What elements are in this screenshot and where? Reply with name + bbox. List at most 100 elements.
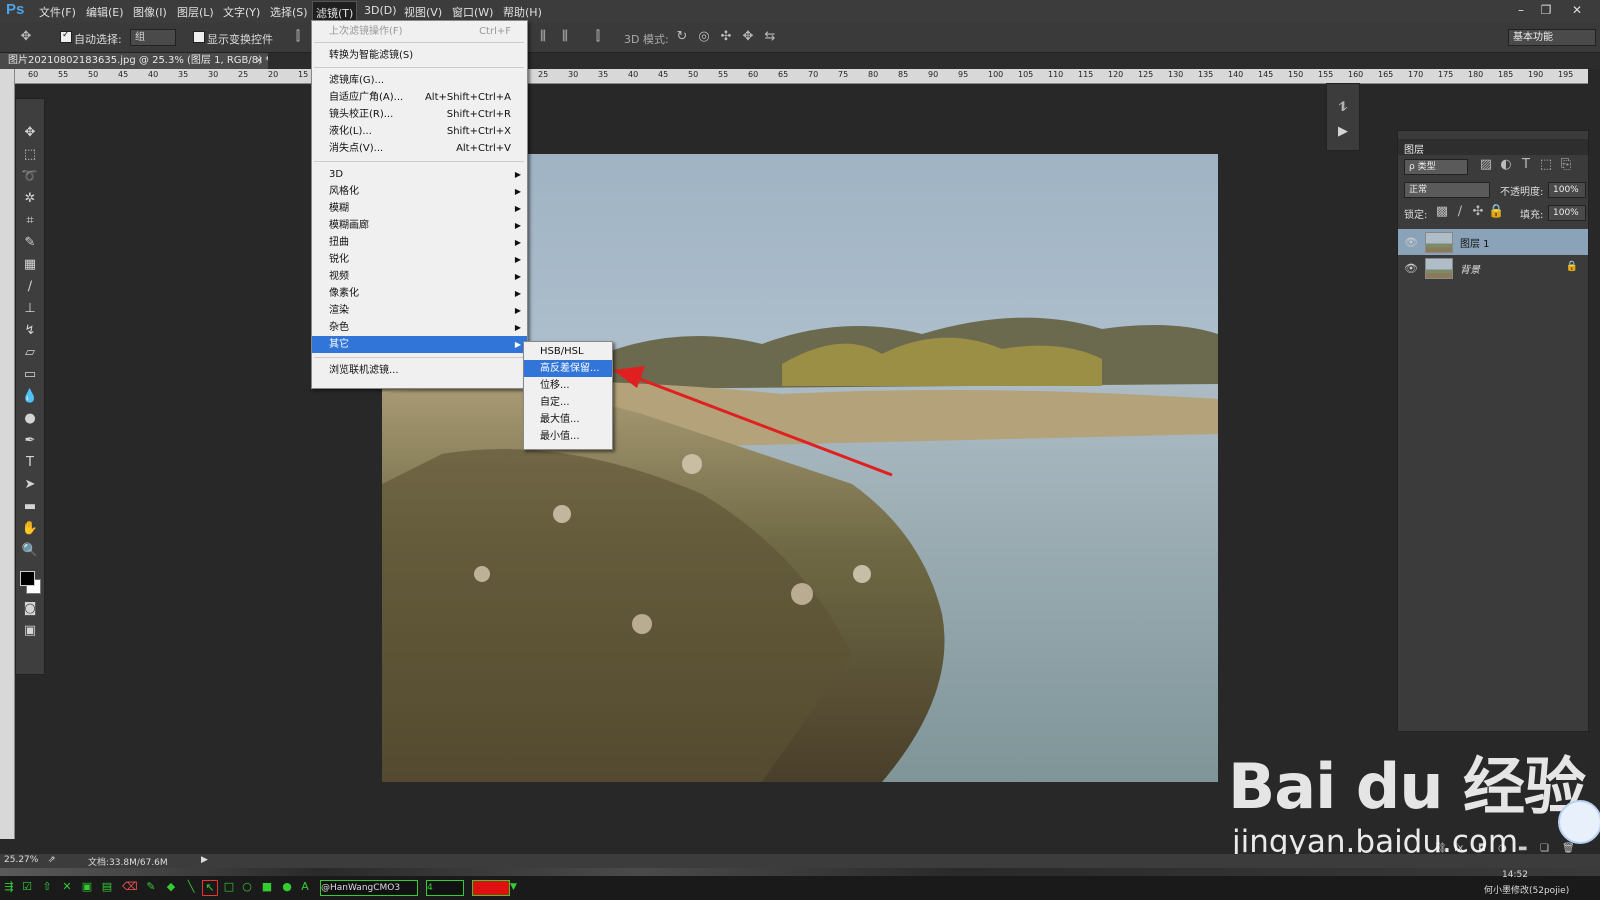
tb-upload-icon[interactable]: ⇧ <box>40 880 54 894</box>
trash-icon[interactable]: 🗑 <box>1562 843 1575 854</box>
new-layer-icon[interactable]: ❏ <box>1540 843 1549 854</box>
submenu-arrow-icon: ▶ <box>514 289 521 298</box>
layer-thumbnail <box>1425 258 1453 279</box>
menu-item-label: 高反差保留... <box>540 363 600 374</box>
tb-open-icon[interactable]: ▤ <box>100 880 114 894</box>
layers-panel: 图层 ρ 类型 ▨ ◐ T ⬚ ⎘ 正常 不透明度: 100% 锁定: ▩ ∕ … <box>1397 130 1589 854</box>
submenu-render[interactable]: 渲染 ▶ <box>312 302 527 319</box>
lens-correction-item[interactable]: 镜头校正(R)... Shift+Ctrl+R <box>312 106 527 123</box>
lock-pixels-icon[interactable]: ∕ <box>1452 204 1468 220</box>
group-icon[interactable]: ▬ <box>1518 843 1527 854</box>
tb-fill-icon[interactable]: ◆ <box>164 880 178 894</box>
blend-mode-dropdown[interactable]: 正常 <box>1404 182 1490 198</box>
vanishing-point-item[interactable]: 消失点(V)... Alt+Ctrl+V <box>312 140 527 157</box>
tb-ellipse-icon[interactable]: ○ <box>240 880 254 894</box>
filter-shape-icon[interactable]: ⬚ <box>1538 157 1554 173</box>
tb-rect-icon[interactable]: □ <box>222 880 236 894</box>
layer-row-1[interactable]: 👁 图层 1 <box>1398 229 1588 255</box>
filter-pixel-icon[interactable]: ▨ <box>1478 157 1494 173</box>
tb-color-swatch[interactable] <box>472 880 510 896</box>
tb-close-icon[interactable]: ✕ <box>60 880 74 894</box>
menu-item-label: 自适应广角(A)... <box>329 92 404 103</box>
tb-tool-icon[interactable]: ⇶ <box>2 880 16 894</box>
document-size[interactable]: 文档:33.8M/67.6M <box>88 855 168 868</box>
minimum-item[interactable]: 最小值... <box>524 428 612 445</box>
export-icon[interactable]: ⇗ <box>48 855 56 865</box>
menu-item-label: 转换为智能滤镜(S) <box>329 50 414 61</box>
filter-adjust-icon[interactable]: ◐ <box>1498 157 1514 173</box>
lock-position-icon[interactable]: ✣ <box>1470 204 1486 220</box>
tb-font-select[interactable]: @HanWangCMO3 <box>320 880 418 896</box>
visibility-eye-icon[interactable]: 👁 <box>1404 262 1418 275</box>
layer-thumbnail <box>1425 232 1453 253</box>
baidu-watermark-logo: Bai du 经验 <box>1228 750 1586 823</box>
layer-lock-icon: 🔒 <box>1565 261 1578 272</box>
layer-row-background[interactable]: 👁 背景 🔒 <box>1398 255 1588 281</box>
menu-item-label: 模糊 <box>329 203 349 214</box>
fill-label: 填充: <box>1520 210 1544 221</box>
submenu-arrow-icon: ▶ <box>514 204 521 213</box>
history-panel-icon[interactable]: ⥮ <box>1333 98 1353 118</box>
submenu-3d[interactable]: 3D ▶ <box>312 166 527 183</box>
visibility-eye-icon[interactable]: 👁 <box>1404 236 1418 249</box>
submenu-distort[interactable]: 扭曲 ▶ <box>312 234 527 251</box>
menu-item-shortcut: Shift+Ctrl+X <box>446 126 511 137</box>
menu-item-label: HSB/HSL <box>540 346 584 357</box>
menu-item-label: 3D <box>329 169 344 180</box>
filter-smart-icon[interactable]: ⎘ <box>1558 157 1574 173</box>
submenu-blur[interactable]: 模糊 ▶ <box>312 200 527 217</box>
tb-pen-icon[interactable]: ✎ <box>144 880 158 894</box>
maximum-item[interactable]: 最大值... <box>524 411 612 428</box>
adaptive-wide-angle-item[interactable]: 自适应广角(A)... Alt+Shift+Ctrl+A <box>312 89 527 106</box>
filter-menu: 上次滤镜操作(F) Ctrl+F 转换为智能滤镜(S) 滤镜库(G)... 自适… <box>311 20 528 389</box>
submenu-arrow-icon: ▶ <box>514 323 521 332</box>
menu-item-label: 自定... <box>540 397 570 408</box>
custom-item[interactable]: 自定... <box>524 394 612 411</box>
submenu-other[interactable]: 其它 ▶ <box>312 336 527 353</box>
menu-item-label: 位移... <box>540 380 570 391</box>
tb-filled-ellipse-icon[interactable]: ● <box>280 880 294 894</box>
fill-input[interactable]: 100% <box>1548 205 1586 221</box>
tb-check-icon[interactable]: ☑ <box>20 880 34 894</box>
menu-divider <box>314 357 524 358</box>
menu-item-label: 浏览联机滤镜... <box>329 365 399 376</box>
hsb-hsl-item[interactable]: HSB/HSL <box>524 343 612 360</box>
submenu-noise[interactable]: 杂色 ▶ <box>312 319 527 336</box>
submenu-pixelate[interactable]: 像素化 ▶ <box>312 285 527 302</box>
tb-line-icon[interactable]: ╲ <box>184 880 198 894</box>
tb-color-dropdown-icon[interactable]: ▼ <box>510 880 520 894</box>
lock-label: 锁定: <box>1404 210 1428 221</box>
layer-filter-dropdown[interactable]: ρ 类型 <box>1404 159 1468 175</box>
submenu-arrow-icon: ▶ <box>514 340 521 349</box>
filter-gallery-item[interactable]: 滤镜库(G)... <box>312 72 527 89</box>
tb-size-select[interactable]: 4 <box>426 880 464 896</box>
zoom-level[interactable]: 25.27% <box>4 855 38 865</box>
offset-item[interactable]: 位移... <box>524 377 612 394</box>
status-menu-arrow-icon[interactable]: ▶ <box>201 855 208 865</box>
tb-text-icon[interactable]: A <box>298 880 312 894</box>
convert-smart-filter-item[interactable]: 转换为智能滤镜(S) <box>312 47 527 64</box>
high-pass-item[interactable]: 高反差保留... <box>524 360 612 377</box>
menu-item-label: 其它 <box>329 339 349 350</box>
actions-play-icon[interactable]: ▶ <box>1333 122 1353 142</box>
tb-eraser-icon[interactable]: ⌫ <box>122 880 138 894</box>
browse-online-filters-item[interactable]: 浏览联机滤镜... <box>312 362 527 379</box>
layer-name: 背景 <box>1460 265 1480 276</box>
menu-item-label: 滤镜库(G)... <box>329 75 385 86</box>
submenu-arrow-icon: ▶ <box>514 238 521 247</box>
opacity-input[interactable]: 100% <box>1548 182 1586 198</box>
submenu-arrow-icon: ▶ <box>514 255 521 264</box>
submenu-sharpen[interactable]: 锐化 ▶ <box>312 251 527 268</box>
assistant-avatar-icon[interactable] <box>1558 800 1600 844</box>
menu-item-label: 模糊画廊 <box>329 220 369 231</box>
tb-save-icon[interactable]: ▣ <box>80 880 94 894</box>
tb-filled-rect-icon[interactable]: ■ <box>260 880 274 894</box>
submenu-video[interactable]: 视频 ▶ <box>312 268 527 285</box>
lock-all-icon[interactable]: 🔒 <box>1488 204 1504 220</box>
tb-arrow-icon[interactable]: ↖ <box>202 880 218 896</box>
lock-transparent-icon[interactable]: ▩ <box>1434 204 1450 220</box>
submenu-blur-gallery[interactable]: 模糊画廊 ▶ <box>312 217 527 234</box>
liquify-item[interactable]: 液化(L)... Shift+Ctrl+X <box>312 123 527 140</box>
submenu-stylize[interactable]: 风格化 ▶ <box>312 183 527 200</box>
filter-type-icon[interactable]: T <box>1518 157 1534 173</box>
